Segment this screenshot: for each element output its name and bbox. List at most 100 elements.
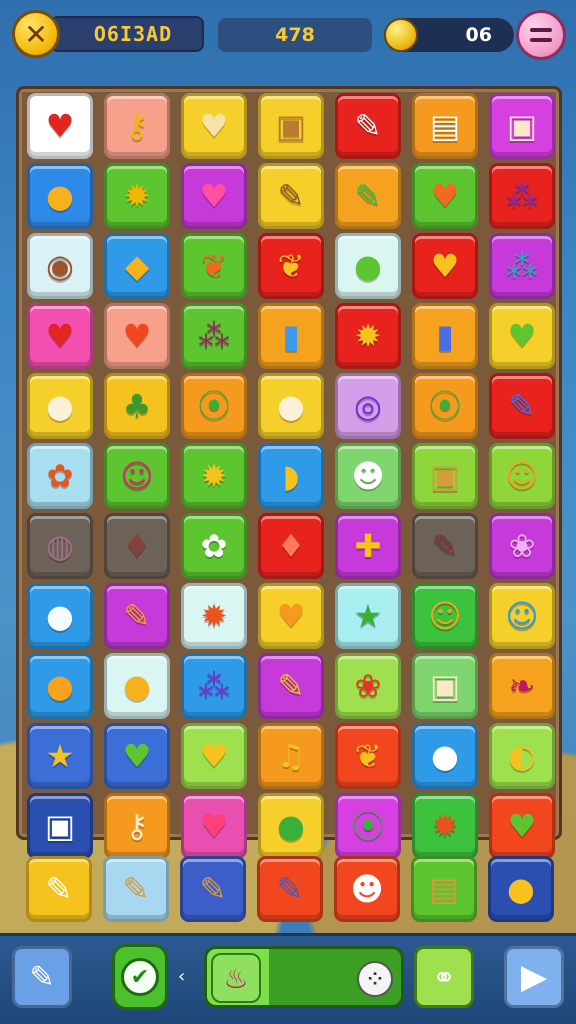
board-tile[interactable]: ◐	[489, 723, 555, 789]
board-tile[interactable]: ☺	[489, 583, 555, 649]
board-tile[interactable]: ☻	[335, 443, 401, 509]
pencil-button[interactable]: ✎	[12, 946, 72, 1008]
board-tile[interactable]: ◗	[258, 443, 324, 509]
board-tile[interactable]: ♥	[104, 303, 170, 369]
play-button[interactable]: ▶	[504, 946, 564, 1008]
board-tile[interactable]: ♥	[181, 93, 247, 159]
board-tile[interactable]: ❦	[258, 233, 324, 299]
board-tile[interactable]: ▣	[412, 653, 478, 719]
tray-tile[interactable]: ▤	[411, 856, 477, 922]
board-tile[interactable]: ♥	[412, 163, 478, 229]
tray-tile[interactable]: ☻	[334, 856, 400, 922]
board-tile[interactable]: ⁂	[489, 163, 555, 229]
board-tile[interactable]: ⚷	[104, 793, 170, 859]
board-tile[interactable]: ♥	[181, 723, 247, 789]
board-tile[interactable]: ♥	[104, 723, 170, 789]
board-tile[interactable]: ⦿	[335, 793, 401, 859]
board-tile[interactable]: ✹	[412, 793, 478, 859]
heart-icon: ♥	[430, 177, 460, 215]
board-tile[interactable]: ⁂	[181, 653, 247, 719]
board-tile[interactable]: ▮	[258, 303, 324, 369]
board-tile[interactable]: ✎	[104, 583, 170, 649]
x-icon: ✕	[24, 17, 48, 51]
tray-tile[interactable]: ✎	[257, 856, 323, 922]
board-tile[interactable]: ⚷	[104, 93, 170, 159]
board-tile[interactable]: ▤	[412, 93, 478, 159]
board-tile[interactable]: ✚	[335, 513, 401, 579]
board-tile[interactable]: ◎	[335, 373, 401, 439]
board-tile[interactable]: ♫	[258, 723, 324, 789]
board-tile[interactable]: ♥	[258, 583, 324, 649]
board-tile[interactable]: ●	[104, 653, 170, 719]
board-tile[interactable]: ◉	[27, 233, 93, 299]
board-tile[interactable]: ⦿	[412, 373, 478, 439]
board-tile[interactable]: ✎	[335, 93, 401, 159]
board-tile[interactable]: ☺	[412, 583, 478, 649]
tray-tile[interactable]: ●	[488, 856, 554, 922]
bone-button[interactable]: ⚭	[414, 946, 474, 1008]
board-tile[interactable]: ❦	[181, 233, 247, 299]
board-tile[interactable]: ●	[258, 793, 324, 859]
board-tile[interactable]: ♥	[412, 233, 478, 299]
board-tile[interactable]: ●	[335, 233, 401, 299]
board-tile[interactable]: ♥	[27, 303, 93, 369]
box-icon: ▣	[506, 107, 538, 145]
board-tile[interactable]: ●	[27, 163, 93, 229]
board-tile[interactable]: ✹	[104, 163, 170, 229]
board-tile[interactable]: ✎	[412, 513, 478, 579]
board-tile[interactable]: ♥	[27, 93, 93, 159]
bone-icon: ⚭	[432, 960, 456, 994]
board-tile[interactable]: ♥	[489, 303, 555, 369]
board-tile[interactable]: ✹	[181, 443, 247, 509]
board-tile[interactable]: ✿	[27, 443, 93, 509]
board-tile[interactable]: ◆	[104, 233, 170, 299]
board-tile[interactable]: ✎	[489, 373, 555, 439]
tray-tile[interactable]: ✎	[26, 856, 92, 922]
board-tile[interactable]: ⁂	[489, 233, 555, 299]
board-tile[interactable]: ♦	[104, 513, 170, 579]
board-tile[interactable]: ✹	[181, 583, 247, 649]
menu-button[interactable]	[516, 10, 566, 60]
dots-button[interactable]: ⁘	[357, 961, 393, 997]
board-tile[interactable]: ●	[27, 653, 93, 719]
lemon-icon: ●	[507, 870, 535, 908]
board-tile[interactable]: ❀	[489, 513, 555, 579]
board-tile[interactable]: ❦	[335, 723, 401, 789]
board-tile[interactable]: ♥	[489, 793, 555, 859]
board-tile[interactable]: ★	[27, 723, 93, 789]
board-tile[interactable]: ⁂	[181, 303, 247, 369]
board-tile[interactable]: ▣	[27, 793, 93, 859]
board-tile[interactable]: ✎	[335, 163, 401, 229]
check-button[interactable]: ✔	[112, 944, 168, 1010]
board-tile[interactable]: ❀	[335, 653, 401, 719]
board-tile[interactable]: ●	[412, 723, 478, 789]
board-tile[interactable]: ☺	[104, 443, 170, 509]
close-button[interactable]: ✕	[12, 10, 60, 58]
board-tile[interactable]: ♥	[181, 163, 247, 229]
board-tile[interactable]: ▮	[412, 303, 478, 369]
board-tile[interactable]: ♣	[104, 373, 170, 439]
board-tile[interactable]: ⦿	[181, 373, 247, 439]
board-tile[interactable]: ✹	[335, 303, 401, 369]
game-board: ♥ ⚷ ♥ ▣ ✎ ▤ ▣ ● ✹ ♥ ✎ ✎ ♥ ⁂ ◉ ◆ ❦ ❦ ● ♥ ⁂ ♥ ♥ ⁂ ▮ ✹ ▮ ♥ ● ♣ ⦿ ● ◎ ⦿ ✎ ✿ ☺ ✹ ◗ ☻…	[16, 86, 562, 859]
duck-icon: ◆	[124, 247, 150, 285]
board-tile[interactable]: ●	[27, 373, 93, 439]
board-tile[interactable]: ♦	[258, 513, 324, 579]
board-tile[interactable]: ✿	[181, 513, 247, 579]
board-tile[interactable]: ▣	[258, 93, 324, 159]
score-display: 478	[218, 18, 372, 52]
board-tile[interactable]: ♥	[181, 793, 247, 859]
bread-icon: ◗	[282, 457, 300, 495]
board-tile[interactable]: ❧	[489, 653, 555, 719]
board-tile[interactable]: ☺	[489, 443, 555, 509]
board-tile[interactable]: ◍	[27, 513, 93, 579]
board-tile[interactable]: ✎	[258, 163, 324, 229]
board-tile[interactable]: ▣	[489, 93, 555, 159]
tray-tile[interactable]: ✎	[180, 856, 246, 922]
board-tile[interactable]: ✎	[258, 653, 324, 719]
tray-tile[interactable]: ✎	[103, 856, 169, 922]
board-tile[interactable]: ▣	[412, 443, 478, 509]
board-tile[interactable]: ★	[335, 583, 401, 649]
board-tile[interactable]: ●	[27, 583, 93, 649]
board-tile[interactable]: ●	[258, 373, 324, 439]
